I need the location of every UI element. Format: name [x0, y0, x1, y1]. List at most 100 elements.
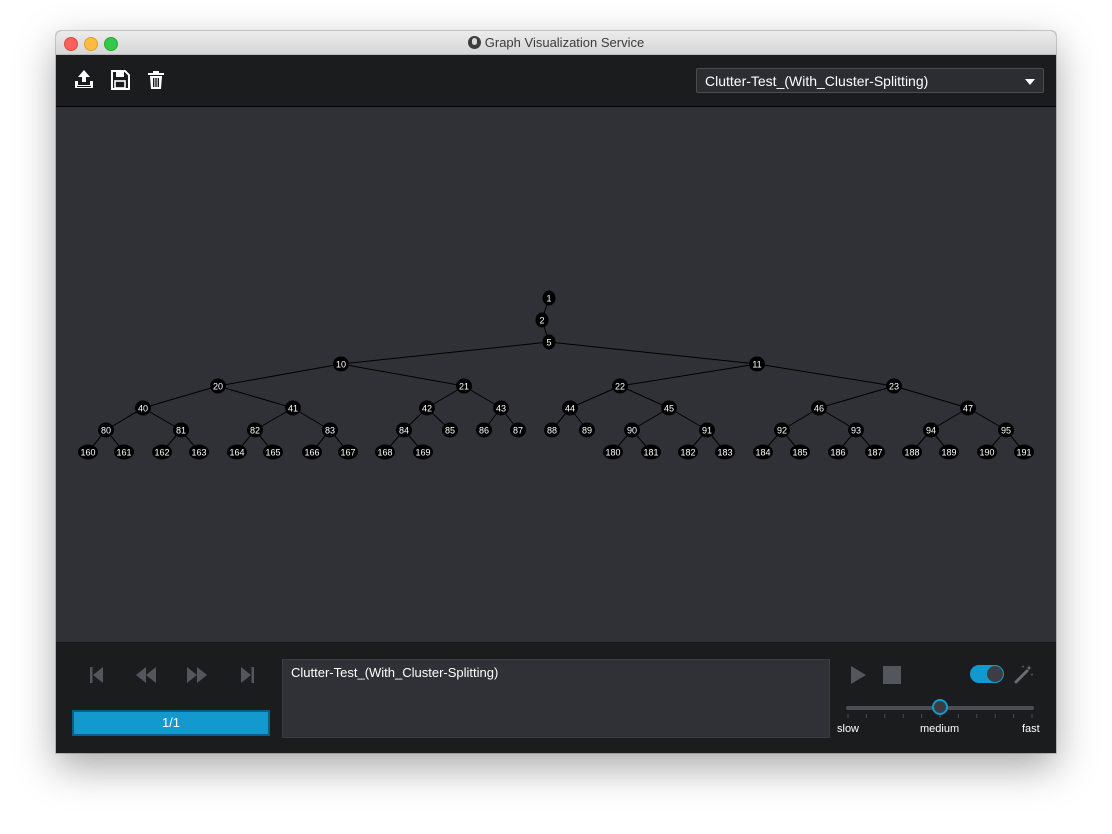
- upload-button[interactable]: [73, 69, 95, 91]
- graph-node-label: 23: [889, 382, 899, 392]
- play-button[interactable]: [848, 665, 868, 685]
- graph-node-168[interactable]: 168: [375, 444, 395, 460]
- graph-node-23[interactable]: 23: [886, 378, 902, 394]
- graph-node-87[interactable]: 87: [510, 422, 526, 438]
- auto-layout-toggle[interactable]: [970, 665, 1004, 683]
- toolbar: Clutter-Test_(With_Cluster-Splitting): [56, 55, 1056, 107]
- graph-node-188[interactable]: 188: [902, 444, 922, 460]
- graph-node-163[interactable]: 163: [189, 444, 209, 460]
- skip-last-icon: [241, 667, 254, 683]
- step-description-box: Clutter-Test_(With_Cluster-Splitting): [282, 659, 830, 738]
- graph-node-180[interactable]: 180: [603, 444, 623, 460]
- graph-node-label: 42: [422, 404, 432, 414]
- graph-node-11[interactable]: 11: [749, 356, 765, 372]
- graph-node-166[interactable]: 166: [302, 444, 322, 460]
- graph-node-40[interactable]: 40: [135, 400, 151, 416]
- graph-node-80[interactable]: 80: [98, 422, 114, 438]
- graph-node-46[interactable]: 46: [811, 400, 827, 416]
- graph-node-160[interactable]: 160: [78, 444, 98, 460]
- graph-node-47[interactable]: 47: [960, 400, 976, 416]
- graph-node-81[interactable]: 81: [173, 422, 189, 438]
- playback-panel: 1/1 Clutter-Test_(With_Cluster-Splitting…: [56, 643, 1056, 753]
- speed-slider-thumb[interactable]: [932, 699, 948, 715]
- trash-icon: [148, 71, 164, 89]
- delete-button[interactable]: [145, 69, 167, 91]
- graph-node-label: 190: [979, 448, 994, 458]
- step-description-text: Clutter-Test_(With_Cluster-Splitting): [291, 665, 499, 680]
- graph-node-44[interactable]: 44: [562, 400, 578, 416]
- graph-node-label: 185: [792, 448, 807, 458]
- speed-label-slow: slow: [837, 723, 860, 735]
- graph-node-90[interactable]: 90: [624, 422, 640, 438]
- graph-node-95[interactable]: 95: [998, 422, 1014, 438]
- graph-node-182[interactable]: 182: [678, 444, 698, 460]
- graph-node-92[interactable]: 92: [774, 422, 790, 438]
- graph-edge-22-44: [569, 385, 621, 409]
- graph-node-42[interactable]: 42: [419, 400, 435, 416]
- graph-node-191[interactable]: 191: [1014, 444, 1034, 460]
- graph-node-94[interactable]: 94: [923, 422, 939, 438]
- graph-node-185[interactable]: 185: [790, 444, 810, 460]
- skip-first-button[interactable]: [84, 663, 108, 687]
- graph-node-190[interactable]: 190: [977, 444, 997, 460]
- graph-node-label: 2: [539, 316, 544, 326]
- graph-node-162[interactable]: 162: [152, 444, 172, 460]
- graph-node-2[interactable]: 2: [535, 312, 549, 328]
- rewind-button[interactable]: [134, 663, 158, 687]
- graph-node-93[interactable]: 93: [848, 422, 864, 438]
- graph-node-83[interactable]: 83: [322, 422, 338, 438]
- stop-button[interactable]: [882, 665, 902, 685]
- graph-edge-5-10: [340, 341, 550, 365]
- graph-node-label: 184: [755, 448, 770, 458]
- graph-node-187[interactable]: 187: [865, 444, 885, 460]
- graph-node-85[interactable]: 85: [442, 422, 458, 438]
- fast-forward-button[interactable]: [185, 663, 209, 687]
- graph-node-86[interactable]: 86: [476, 422, 492, 438]
- graph-node-label: 189: [941, 448, 956, 458]
- graph-svg: 1 2 5 10 11 20 21 22 23 40 41 42 43 44 45 46 47 80 81 82 83 8…: [78, 290, 1034, 460]
- graph-node-label: 181: [643, 448, 658, 458]
- graph-node-label: 22: [615, 382, 625, 392]
- graph-node-82[interactable]: 82: [247, 422, 263, 438]
- graph-node-5[interactable]: 5: [542, 334, 556, 350]
- graph-node-label: 20: [213, 382, 223, 392]
- graph-node-186[interactable]: 186: [828, 444, 848, 460]
- graph-node-181[interactable]: 181: [641, 444, 661, 460]
- graph-node-label: 91: [702, 426, 712, 436]
- skip-last-button[interactable]: [236, 663, 260, 687]
- save-button[interactable]: [109, 69, 131, 91]
- graph-node-label: 41: [288, 404, 298, 414]
- graph-node-label: 1: [546, 294, 551, 304]
- graph-node-88[interactable]: 88: [544, 422, 560, 438]
- graph-node-10[interactable]: 10: [333, 356, 349, 372]
- graph-node-164[interactable]: 164: [227, 444, 247, 460]
- graph-node-22[interactable]: 22: [612, 378, 628, 394]
- graph-canvas[interactable]: 1 2 5 10 11 20 21 22 23 40 41 42 43 44 45 46 47 80 81 82 83 8…: [56, 107, 1056, 643]
- graph-node-label: 162: [154, 448, 169, 458]
- graph-node-91[interactable]: 91: [699, 422, 715, 438]
- graph-node-label: 191: [1016, 448, 1031, 458]
- graph-node-165[interactable]: 165: [263, 444, 283, 460]
- play-icon: [851, 666, 866, 684]
- graph-node-41[interactable]: 41: [285, 400, 301, 416]
- graph-node-183[interactable]: 183: [715, 444, 735, 460]
- window-title-area: Graph Visualization Service: [56, 35, 1056, 50]
- speed-label-medium: medium: [920, 723, 960, 735]
- graph-edge-20-40: [142, 385, 219, 409]
- magic-wand-button[interactable]: [1014, 664, 1034, 684]
- graph-node-167[interactable]: 167: [338, 444, 358, 460]
- graph-node-189[interactable]: 189: [939, 444, 959, 460]
- graph-node-43[interactable]: 43: [493, 400, 509, 416]
- graph-node-161[interactable]: 161: [114, 444, 134, 460]
- graph-node-label: 187: [867, 448, 882, 458]
- graph-node-20[interactable]: 20: [210, 378, 226, 394]
- graph-node-184[interactable]: 184: [753, 444, 773, 460]
- graph-node-1[interactable]: 1: [542, 290, 556, 306]
- graph-node-169[interactable]: 169: [413, 444, 433, 460]
- graph-select-dropdown[interactable]: Clutter-Test_(With_Cluster-Splitting): [696, 68, 1044, 93]
- graph-node-89[interactable]: 89: [579, 422, 595, 438]
- graph-node-45[interactable]: 45: [661, 400, 677, 416]
- graph-node-21[interactable]: 21: [456, 378, 472, 394]
- graph-node-label: 21: [459, 382, 469, 392]
- graph-node-84[interactable]: 84: [396, 422, 412, 438]
